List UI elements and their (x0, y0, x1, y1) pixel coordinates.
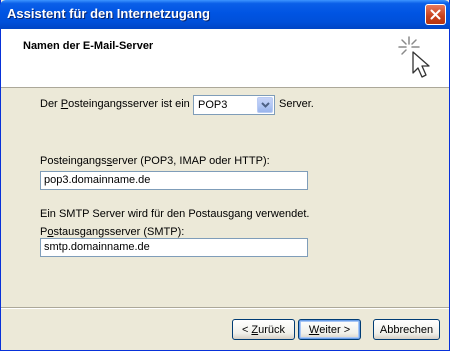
window-title: Assistent für den Internetzugang (7, 6, 210, 21)
outgoing-server-label: Postausgangsserver (SMTP): (40, 226, 184, 238)
server-type-label: Der Posteingangsserver ist ein (40, 98, 190, 110)
chevron-down-icon (260, 102, 270, 108)
wizard-header: Namen der E-Mail-Server (1, 29, 449, 88)
next-button-mnemonic: W (308, 323, 320, 336)
footer-separator (1, 307, 449, 309)
server-type-selected: POP3 (198, 99, 228, 111)
outgoing-server-input[interactable]: smtp.domainname.de (40, 238, 308, 257)
cancel-button[interactable]: Abbrechen (373, 319, 440, 340)
page-title: Namen der E-Mail-Server (23, 40, 154, 52)
server-type-label-part: Der (40, 98, 61, 110)
back-button-label: urück (258, 323, 286, 336)
back-button-mnemonic: Z (251, 323, 259, 336)
outgoing-label-rest: stausgangsserver (SMTP): (53, 226, 185, 238)
title-bar[interactable]: Assistent für den Internetzugang (0, 0, 450, 29)
close-button[interactable] (425, 4, 446, 25)
close-icon (430, 9, 441, 20)
incoming-server-label: Posteingangsserver (POP3, IMAP oder HTTP… (40, 155, 270, 167)
incoming-server-input[interactable]: pop3.domainname.de (40, 171, 308, 190)
smtp-note: Ein SMTP Server wird für den Postausgang… (40, 208, 310, 220)
back-button-prefix: < (241, 323, 252, 336)
next-button[interactable]: Weiter > (298, 319, 361, 340)
wizard-window: Assistent für den Internetzugang Namen d… (0, 0, 450, 351)
next-button-label: eiter > (319, 323, 351, 336)
wizard-sparkle-cursor-icon (398, 36, 430, 78)
server-type-label-rest: osteingangsserver ist ein (68, 98, 190, 110)
server-type-select[interactable]: POP3 (193, 95, 275, 115)
incoming-label-part: Posteingangs (40, 155, 107, 167)
dropdown-button[interactable] (257, 97, 273, 113)
back-button[interactable]: < Zurück (232, 319, 295, 340)
incoming-label-rest: erver (POP3, IMAP oder HTTP): (112, 155, 270, 167)
server-suffix-label: Server. (279, 98, 314, 110)
